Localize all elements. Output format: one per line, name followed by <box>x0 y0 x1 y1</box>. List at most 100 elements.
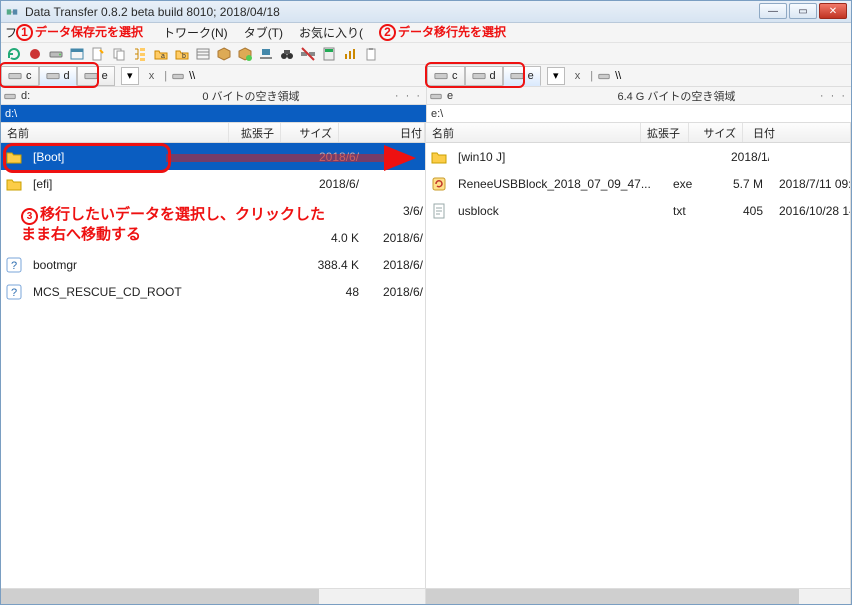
right-pane: 名前 拡張子 サイズ 日付 属性 [win10 J]2018/1/24 09:0… <box>426 123 851 604</box>
right-col-date[interactable]: 日付 <box>743 123 852 142</box>
left-tab-close[interactable]: x <box>149 70 155 82</box>
right-info-disk-icon <box>429 89 443 103</box>
right-col-size[interactable]: サイズ <box>689 123 743 142</box>
file-size: 2018/6/ <box>307 150 365 164</box>
menu-favorites[interactable]: お気に入り( <box>299 24 363 41</box>
menu-file-fragment[interactable]: フ <box>5 24 17 41</box>
file-row[interactable]: [efi]2018/6/ <box>1 170 425 197</box>
right-info-dots[interactable]: · · · <box>820 90 851 102</box>
left-file-list[interactable]: 3移行したいデータを選択し、クリックした まま右へ移動する [Boot]2018… <box>1 143 425 588</box>
right-file-list[interactable]: [win10 J]2018/1/24 09:05:34d-----ReneeUS… <box>426 143 850 588</box>
left-drive-dropdown[interactable]: ▾ <box>121 67 139 85</box>
tb-disconnect-icon[interactable] <box>299 45 317 63</box>
exe-icon <box>430 175 448 193</box>
right-col-name[interactable]: 名前 <box>426 123 641 142</box>
app-window: Data Transfer 0.8.2 beta build 8010; 201… <box>0 0 852 605</box>
none-icon <box>5 229 23 247</box>
left-col-ext[interactable]: 拡張子 <box>229 123 281 142</box>
right-drive-d[interactable]: d <box>465 66 503 86</box>
right-drive-e[interactable]: e <box>503 66 541 86</box>
file-size: 2018/6/ <box>307 177 365 191</box>
panes: 名前 拡張子 サイズ 日付 3移行したいデータを選択し、クリックした まま右へ <box>1 123 851 604</box>
right-col-ext[interactable]: 拡張子 <box>641 123 689 142</box>
file-row[interactable]: ?bootmgr388.4 K2018/6/ <box>1 251 425 278</box>
file-row[interactable]: [win10 J]2018/1/24 09:05:34d----- <box>426 143 850 170</box>
tb-harddisk-icon[interactable] <box>47 45 65 63</box>
left-pane: 名前 拡張子 サイズ 日付 3移行したいデータを選択し、クリックした まま右へ <box>1 123 426 604</box>
right-hscrollbar[interactable] <box>426 588 850 604</box>
left-disk-icon[interactable] <box>171 69 185 83</box>
right-path[interactable]: e:\ <box>426 105 851 122</box>
left-free-space: 0 バイトの空き領域 <box>107 88 395 104</box>
left-col-date[interactable]: 日付 <box>339 123 425 142</box>
tb-folder-a-icon[interactable]: a <box>152 45 170 63</box>
menu-tab[interactable]: タブ(T) <box>244 24 283 41</box>
left-hscrollbar[interactable] <box>1 588 425 604</box>
tb-folder-b-icon[interactable]: b <box>173 45 191 63</box>
left-info-dots[interactable]: · · · <box>395 90 426 102</box>
file-date: 3/6/ <box>365 204 425 218</box>
tb-chart-icon[interactable] <box>341 45 359 63</box>
right-drive-dropdown[interactable]: ▾ <box>547 67 565 85</box>
file-size: 405 <box>715 204 769 218</box>
window-title: Data Transfer 0.8.2 beta build 8010; 201… <box>25 5 280 19</box>
toolbar: a b <box>1 43 851 65</box>
tb-window-icon[interactable] <box>68 45 86 63</box>
file-row[interactable]: usblocktxt4052016/10/28 14:59:00--a--- <box>426 197 850 224</box>
file-name: [Boot] <box>27 150 255 164</box>
file-row[interactable]: ?MCS_RESCUE_CD_ROOT482018/6/ <box>1 278 425 305</box>
file-row[interactable]: [Boot] 2018/6/ <box>1 143 425 170</box>
file-name: bootmgr <box>27 258 255 272</box>
left-root[interactable]: \\ <box>189 70 195 82</box>
minimize-button[interactable]: — <box>759 3 787 19</box>
app-icon <box>5 5 19 19</box>
tb-package-icon[interactable] <box>215 45 233 63</box>
tb-binoculars-icon[interactable] <box>278 45 296 63</box>
anno-badge-1: 1 <box>16 24 33 41</box>
none-icon <box>5 202 23 220</box>
file-name: usblock <box>452 204 667 218</box>
file-size: 2018/1/24 09:05:34d----- <box>715 150 769 164</box>
file-date: 2018/6/ <box>365 258 425 272</box>
tb-clipboard-icon[interactable] <box>362 45 380 63</box>
file-name: MCS_RESCUE_CD_ROOT <box>27 285 255 299</box>
right-disk-icon[interactable] <box>597 69 611 83</box>
maximize-button[interactable]: ▭ <box>789 3 817 19</box>
tb-calc-icon[interactable] <box>320 45 338 63</box>
tb-view-icon[interactable] <box>194 45 212 63</box>
tb-net-icon[interactable] <box>257 45 275 63</box>
svg-text:?: ? <box>11 260 17 272</box>
right-root[interactable]: \\ <box>615 70 621 82</box>
path-row: d:\ e:\ <box>1 105 851 123</box>
left-path[interactable]: d:\ <box>1 105 426 122</box>
left-col-name[interactable]: 名前 <box>1 123 229 142</box>
left-drive-d[interactable]: d <box>39 66 77 86</box>
right-tab-close[interactable]: x <box>575 70 581 82</box>
left-drive-c[interactable]: c <box>1 66 39 86</box>
tb-copy-icon[interactable] <box>110 45 128 63</box>
left-drive-label: d: <box>17 90 107 102</box>
right-drive-c[interactable]: c <box>427 66 465 86</box>
file-row[interactable]: ReneeUSBBlock_2018_07_09_47...exe5.7 M20… <box>426 170 850 197</box>
folder-icon <box>430 148 448 166</box>
file-size: 48 <box>307 285 365 299</box>
right-header: 名前 拡張子 サイズ 日付 属性 <box>426 123 850 143</box>
file-date: 2018/1/24 09:05:34 <box>721 150 769 164</box>
tb-refresh-icon[interactable] <box>5 45 23 63</box>
file-row[interactable]: 4.0 K2018/6/ <box>1 224 425 251</box>
left-drive-e[interactable]: e <box>77 66 115 86</box>
close-button[interactable]: ✕ <box>819 3 847 19</box>
svg-text:?: ? <box>11 287 17 299</box>
tb-stop-icon[interactable] <box>26 45 44 63</box>
tb-package2-icon[interactable] <box>236 45 254 63</box>
txt-icon <box>430 202 448 220</box>
file-ext: txt <box>667 204 715 218</box>
tb-tree-icon[interactable] <box>131 45 149 63</box>
file-row[interactable]: 3/6/ <box>1 197 425 224</box>
tb-new-icon[interactable] <box>89 45 107 63</box>
left-info-disk-icon <box>3 89 17 103</box>
help-icon: ? <box>5 283 23 301</box>
left-col-size[interactable]: サイズ <box>281 123 339 142</box>
file-date: 2018/7/11 09:48:28 <box>769 177 850 191</box>
menu-network[interactable]: トワーク(N) <box>163 24 228 41</box>
